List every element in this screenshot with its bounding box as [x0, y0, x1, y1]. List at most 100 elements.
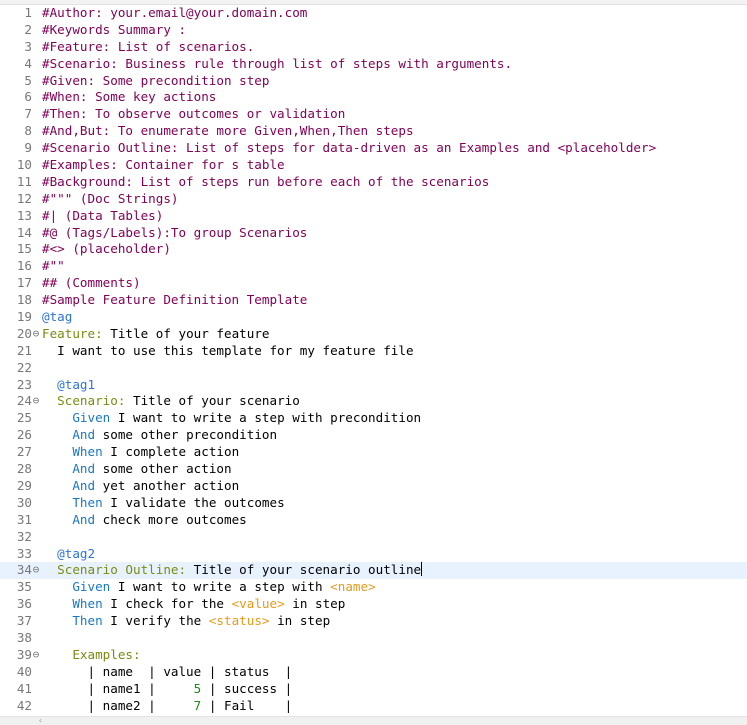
code-line[interactable]: 25 Given I want to write a step with pre… [0, 410, 747, 427]
token-comment: #Background: List of steps run before ea… [42, 173, 490, 189]
scroll-left-arrow-icon[interactable]: ‹ [38, 717, 43, 725]
code-line[interactable]: 35 Given I want to write a step with <na… [0, 579, 747, 596]
code-line[interactable]: 22 [0, 360, 747, 377]
fold-collapse-icon[interactable]: ⊖ [31, 393, 41, 410]
line-code: #Scenario: Business rule through list of… [42, 56, 512, 73]
line-code: Scenario: Title of your scenario [42, 393, 300, 410]
code-line[interactable]: 1 #Author: your.email@your.domain.com [0, 5, 747, 22]
editor-lines[interactable]: 1 #Author: your.email@your.domain.com 2 #Ke… [0, 5, 747, 714]
code-line[interactable]: 41 | name1 | 5 | success | [0, 681, 747, 698]
token-step: Given [72, 410, 111, 426]
code-line[interactable]: 21 I want to use this template for my fe… [0, 343, 747, 360]
line-code: #And,But: To enumerate more Given,When,T… [42, 123, 414, 140]
code-line[interactable]: 8 #And,But: To enumerate more Given,When,… [0, 123, 747, 140]
code-line[interactable]: 37 Then I verify the <status> in step [0, 613, 747, 630]
token-comment: #Examples: Container for s table [42, 157, 285, 173]
line-code: #@ (Tags/Labels):To group Scenarios [42, 225, 307, 242]
code-line[interactable]: 20 ⊖ Feature: Title of your feature [0, 326, 747, 343]
token-comment: #@ (Tags/Labels):To group Scenarios [42, 224, 308, 240]
token-placeholder: <status> [208, 613, 270, 629]
line-number: 31 [16, 511, 32, 527]
line-number: 19 [16, 309, 32, 325]
line-number: 21 [16, 342, 32, 358]
line-number: 42 [16, 697, 32, 713]
code-line[interactable]: 38 [0, 630, 747, 647]
code-editor[interactable]: 1 #Author: your.email@your.domain.com 2 #Ke… [0, 0, 747, 725]
code-line[interactable]: 23 @tag1 [0, 377, 747, 394]
token-plain: I check for the [102, 596, 232, 612]
token-comment: #Given: Some precondition step [42, 72, 270, 88]
code-line[interactable]: 27 When I complete action [0, 444, 747, 461]
line-number: 25 [16, 410, 32, 426]
fold-collapse-icon[interactable]: ⊖ [31, 562, 41, 579]
code-line[interactable]: 31 And check more outcomes [0, 512, 747, 529]
token-step: And [72, 461, 96, 477]
code-line[interactable]: 34 ⊖ Scenario Outline: Title of your scen… [0, 562, 747, 580]
token-plain: I validate the outcomes [102, 494, 285, 510]
line-number: 11 [16, 173, 32, 189]
fold-collapse-icon[interactable]: ⊖ [31, 326, 41, 343]
code-line[interactable]: 32 [0, 529, 747, 546]
code-line[interactable]: 18 #Sample Feature Definition Template [0, 292, 747, 309]
code-line[interactable]: 13 #| (Data Tables) [0, 208, 747, 225]
line-number: 9 [24, 140, 32, 156]
token-comment: #Then: To observe outcomes or validation [42, 106, 346, 122]
code-line[interactable]: 36 When I check for the <value> in step [0, 596, 747, 613]
token-step: When [72, 444, 103, 460]
code-line[interactable]: 15 #<> (placeholder) [0, 241, 747, 258]
line-code: #| (Data Tables) [42, 208, 163, 225]
line-code: @tag2 [42, 546, 95, 563]
code-line[interactable]: 42 | name2 | 7 | Fail | [0, 698, 747, 715]
code-line[interactable]: 19 @tag [0, 309, 747, 326]
token-plain: I complete action [102, 444, 240, 460]
line-number: 5 [24, 72, 32, 88]
line-number: 36 [16, 596, 32, 612]
fold-collapse-icon[interactable]: ⊖ [31, 647, 41, 664]
code-line[interactable]: 2 #Keywords Summary : [0, 22, 747, 39]
token-tag: @tag2 [57, 545, 96, 561]
code-line[interactable]: 11 #Background: List of steps run before … [0, 174, 747, 191]
line-number: 10 [16, 157, 32, 173]
code-line[interactable]: 4 #Scenario: Business rule through list o… [0, 56, 747, 73]
token-keyword: Scenario Outline: [57, 562, 187, 578]
code-line[interactable]: 10 #Examples: Container for s table [0, 157, 747, 174]
code-line[interactable]: 3 #Feature: List of scenarios. [0, 39, 747, 56]
code-line[interactable]: 29 And yet another action [0, 478, 747, 495]
line-code: I want to use this template for my featu… [42, 343, 413, 360]
line-number: 15 [16, 241, 32, 257]
code-line[interactable]: 12 #""" (Doc Strings) [0, 191, 747, 208]
token-placeholder: <name> [330, 579, 376, 595]
code-line[interactable]: 40 | name | value | status | [0, 664, 747, 681]
token-comment: #When: Some key actions [42, 89, 217, 105]
token-keyword: Examples: [72, 646, 141, 662]
code-line[interactable]: 26 And some other precondition [0, 427, 747, 444]
token-plain: | name2 | [42, 697, 194, 713]
line-number: 27 [16, 444, 32, 460]
code-line[interactable]: 14 #@ (Tags/Labels):To group Scenarios [0, 225, 747, 242]
token-step: And [72, 427, 96, 443]
line-number: 8 [24, 123, 32, 139]
code-line[interactable]: 24 ⊖ Scenario: Title of your scenario [0, 393, 747, 410]
code-line[interactable]: 39 ⊖ Examples: [0, 647, 747, 664]
horizontal-scrollbar[interactable]: ‹ [0, 716, 747, 725]
code-line[interactable]: 6 #When: Some key actions [0, 89, 747, 106]
token-comment: #"" [42, 258, 65, 274]
token-plain: I verify the [102, 613, 209, 629]
line-code: #Sample Feature Definition Template [42, 292, 307, 309]
code-line[interactable]: 16 #"" [0, 258, 747, 275]
code-line[interactable]: 33 @tag2 [0, 546, 747, 563]
code-line[interactable]: 30 Then I validate the outcomes [0, 495, 747, 512]
token-keyword: Scenario: [57, 393, 126, 409]
code-line[interactable]: 17 ## (Comments) [0, 275, 747, 292]
code-line[interactable]: 28 And some other action [0, 461, 747, 478]
code-line[interactable]: 7 #Then: To observe outcomes or validatio… [0, 106, 747, 123]
code-line[interactable]: 5 #Given: Some precondition step [0, 73, 747, 90]
code-line[interactable]: 9 #Scenario Outline: List of steps for da… [0, 140, 747, 157]
